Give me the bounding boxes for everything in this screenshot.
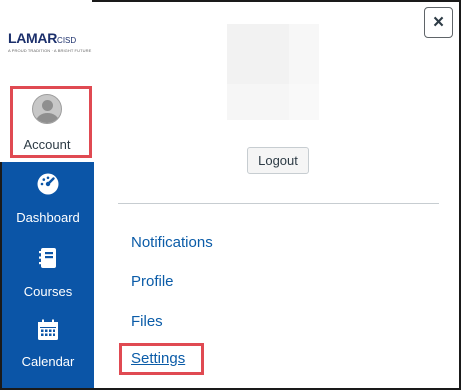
- district-logo: LAMARCISD: [8, 30, 77, 46]
- logout-button[interactable]: Logout: [247, 147, 309, 174]
- highlight-box-account: [10, 86, 92, 158]
- highlight-box-settings: [119, 343, 204, 375]
- dashboard-gauge-icon: [37, 173, 59, 195]
- tray-link-profile[interactable]: Profile: [131, 273, 174, 290]
- tray-divider: [118, 203, 439, 204]
- nav-item-courses[interactable]: Courses: [2, 246, 94, 302]
- tray-link-notifications[interactable]: Notifications: [131, 234, 213, 251]
- profile-picture: [227, 24, 319, 120]
- logo-tagline: A PROUD TRADITION · A BRIGHT FUTURE: [8, 48, 92, 53]
- nav-item-calendar-label: Calendar: [21, 354, 75, 369]
- tray-link-files[interactable]: Files: [131, 313, 163, 330]
- nav-item-calendar[interactable]: Calendar: [2, 318, 94, 374]
- close-icon: ×: [432, 12, 445, 33]
- logo-area[interactable]: LAMARCISD A PROUD TRADITION · A BRIGHT F…: [0, 0, 92, 84]
- close-button[interactable]: ×: [424, 7, 453, 38]
- calendar-icon: [38, 319, 58, 340]
- courses-book-icon: [39, 248, 56, 268]
- nav-item-courses-label: Courses: [23, 284, 73, 299]
- nav-item-dashboard-label: Dashboard: [16, 210, 80, 225]
- nav-item-dashboard[interactable]: Dashboard: [2, 172, 94, 230]
